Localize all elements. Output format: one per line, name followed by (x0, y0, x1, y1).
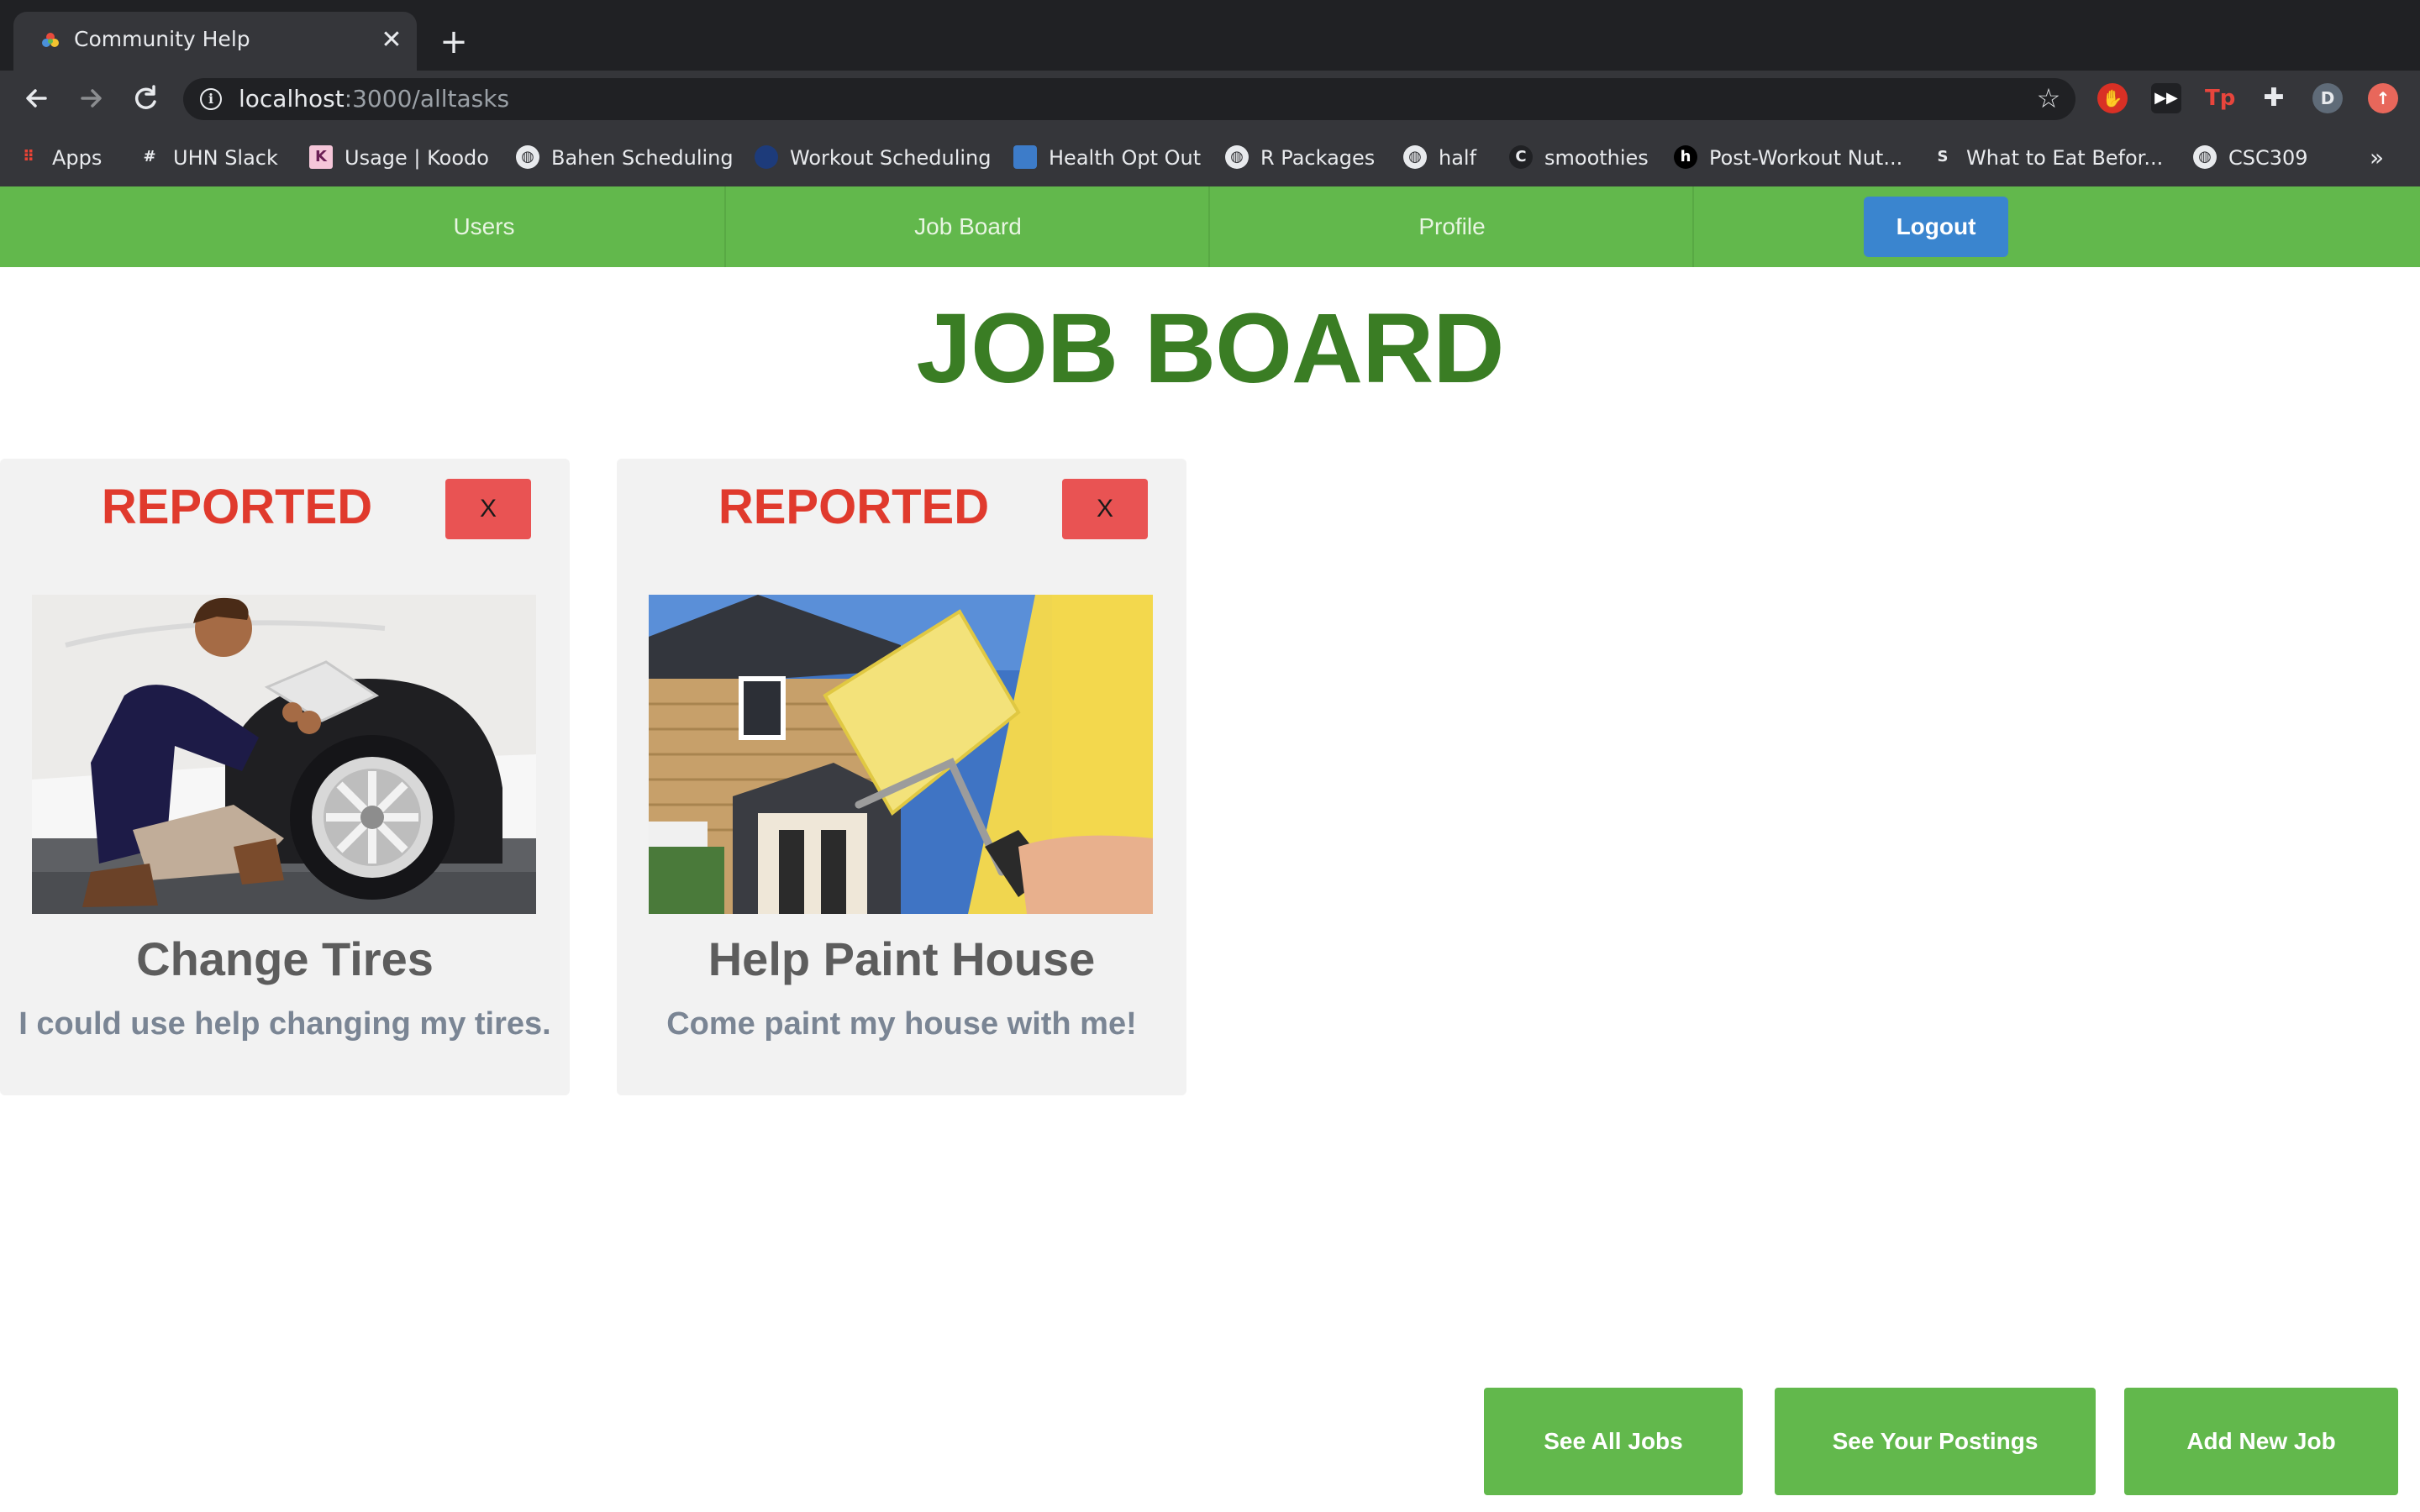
tab-title: Community Help (74, 27, 250, 51)
globe-icon: ◍ (2193, 145, 2217, 169)
favicon-icon (42, 33, 59, 47)
h-icon: h (1674, 145, 1697, 169)
bookmark-item[interactable]: K Usage | Koodo (309, 144, 489, 171)
bookmark-star-icon[interactable]: ☆ (2032, 81, 2065, 115)
page-title: JOB BOARD (916, 293, 1504, 404)
close-tab-icon[interactable]: ✕ (376, 25, 407, 55)
see-your-postings-button[interactable]: See Your Postings (1775, 1388, 2096, 1495)
add-new-job-button[interactable]: Add New Job (2124, 1388, 2398, 1495)
browser-tab[interactable]: Community Help ✕ (13, 12, 417, 71)
job-description: Come paint my house with me! (666, 1006, 1137, 1042)
speed-extension-icon[interactable]: ▶▶ (2151, 83, 2181, 113)
bookmark-label: What to Eat Befor... (1966, 146, 2164, 170)
bookmark-label: CSC309 (2228, 146, 2308, 170)
bookmark-item[interactable]: ◍ R Packages (1225, 144, 1375, 171)
bookmark-label: UHN Slack (173, 146, 278, 170)
bookmark-item[interactable]: Health Opt Out (1013, 144, 1201, 171)
bookmark-label: R Packages (1260, 146, 1376, 170)
see-all-jobs-button[interactable]: See All Jobs (1484, 1388, 1743, 1495)
bookmarks-bar: ⠿ Apps # UHN Slack K Usage | Koodo ◍ Bahen Sche… (0, 126, 2420, 186)
bookmark-label: Workout Scheduling (790, 146, 992, 170)
browser-chrome: Community Help ✕ + i localhost:3000/allt… (0, 0, 2420, 186)
status-badge: REPORTED (101, 480, 373, 534)
forward-icon[interactable] (74, 81, 109, 116)
bookmark-item[interactable]: ◍ Bahen Scheduling (516, 144, 734, 171)
slack-icon: # (143, 148, 156, 165)
bookmark-label: Health Opt Out (1049, 146, 1202, 170)
address-bar[interactable]: i localhost:3000/alltasks ☆ (183, 78, 2075, 120)
workout-icon (755, 145, 778, 169)
bookmark-item[interactable]: S What to Eat Befor... (1931, 144, 2164, 171)
job-title: Change Tires (136, 932, 434, 985)
bookmark-item[interactable]: ◍ CSC309 (2193, 144, 2308, 171)
job-image-tire-change (32, 595, 536, 914)
bookmarks-overflow-icon[interactable]: » (2370, 144, 2384, 171)
globe-icon: ◍ (1403, 145, 1427, 169)
job-title: Help Paint House (708, 932, 1096, 985)
c-icon: C (1509, 145, 1533, 169)
url-text: localhost:3000/alltasks (239, 85, 510, 113)
bookmark-label: Post-Workout Nut... (1709, 146, 1903, 170)
apps-grid-icon: ⠿ (22, 148, 35, 165)
adblock-extension-icon[interactable]: ✋ (2097, 83, 2128, 113)
nav-users[interactable]: Users (242, 186, 726, 267)
back-icon[interactable] (18, 81, 54, 116)
s-icon: S (1937, 148, 1949, 165)
app-navbar: Users Job Board Profile Logout (0, 186, 2420, 267)
bookmark-item[interactable]: # UHN Slack (138, 144, 278, 171)
bookmark-label: smoothies (1544, 146, 1649, 170)
bookmark-item[interactable]: ⠿ Apps (17, 144, 102, 171)
update-icon[interactable]: ↑ (2368, 83, 2398, 113)
health-icon (1013, 145, 1037, 169)
bookmark-item[interactable]: Workout Scheduling (755, 144, 991, 171)
status-badge: REPORTED (718, 480, 990, 534)
new-tab-button[interactable]: + (437, 25, 471, 59)
delete-job-button[interactable]: X (1062, 479, 1148, 539)
nav-job-board[interactable]: Job Board (726, 186, 1210, 267)
profile-avatar[interactable]: D (2312, 83, 2343, 113)
tp-extension-icon[interactable]: Tp (2205, 83, 2235, 113)
bookmark-label: Usage | Koodo (345, 146, 489, 170)
job-image-paint-house (649, 595, 1153, 914)
job-card[interactable]: REPORTED X Change Tires I could use help… (0, 459, 570, 1095)
job-description: I could use help changing my tires. (18, 1006, 551, 1042)
browser-toolbar: i localhost:3000/alltasks ☆ ✋ ▶▶ Tp ✚ D … (0, 71, 2420, 126)
job-card[interactable]: REPORTED X Help Paint House Come paint m… (617, 459, 1186, 1095)
bookmark-item[interactable]: h Post-Workout Nut... (1674, 144, 1902, 171)
globe-icon: ◍ (1225, 145, 1249, 169)
bookmark-label: Apps (52, 146, 103, 170)
bookmark-item[interactable]: Csmoothies (1509, 144, 1649, 171)
globe-icon: ◍ (516, 145, 539, 169)
bookmark-item[interactable]: ◍ half (1403, 144, 1476, 171)
bookmark-label: Bahen Scheduling (551, 146, 734, 170)
logout-button[interactable]: Logout (1864, 197, 2008, 257)
tab-strip: Community Help ✕ + (0, 0, 2420, 71)
koodo-icon: K (309, 145, 333, 169)
bookmark-label: half (1439, 146, 1477, 170)
site-info-icon[interactable]: i (200, 88, 222, 110)
puzzle-extensions-icon[interactable]: ✚ (2259, 83, 2289, 113)
delete-job-button[interactable]: X (445, 479, 531, 539)
reload-icon[interactable] (128, 81, 163, 116)
nav-divider (1692, 186, 1694, 267)
nav-profile[interactable]: Profile (1210, 186, 1694, 267)
